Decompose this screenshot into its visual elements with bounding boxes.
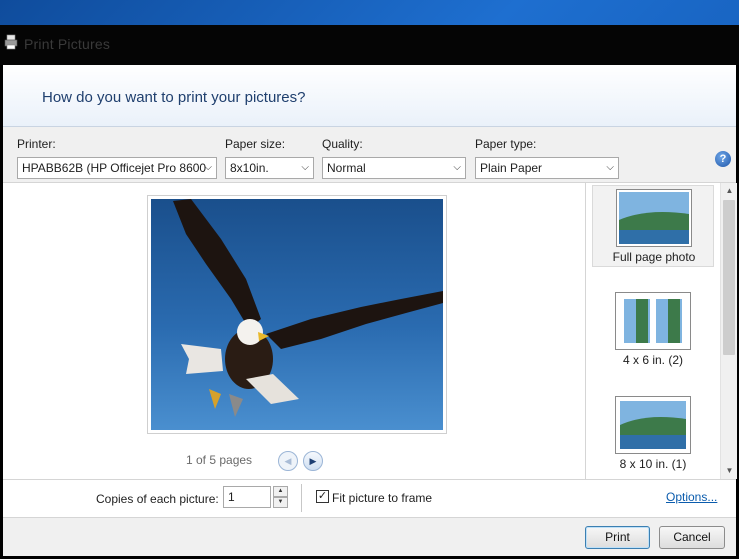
photo-frame [147, 195, 447, 434]
layout-item-4x6[interactable]: 4 x 6 in. (2) [592, 289, 714, 371]
copies-input[interactable]: 1 [223, 486, 271, 508]
printer-label: Printer: [17, 137, 56, 151]
paper-type-label: Paper type: [475, 137, 537, 151]
chevron-down-icon: ⌵ [204, 162, 212, 173]
layout-thumb-8x10 [615, 396, 691, 454]
layout-thumb-4x6 [615, 292, 691, 350]
chevron-up-icon[interactable]: ▲ [721, 183, 738, 199]
chevron-down-icon: ⌵ [301, 162, 309, 173]
layout-scrollbar[interactable]: ▲ ▼ [720, 183, 737, 479]
eagle-illustration [173, 199, 443, 417]
paper-size-value: 8x10in. [230, 161, 269, 175]
paper-type-select[interactable]: Plain Paper ⌵ [475, 157, 619, 179]
header-band: How do you want to print your pictures? [3, 65, 736, 127]
options-bar: Printer: HPABB62B (HP Officejet Pro 8600… [3, 127, 736, 183]
chevron-down-icon: ⌵ [453, 162, 461, 173]
printer-icon [4, 34, 18, 50]
help-icon[interactable]: ? [715, 151, 731, 167]
copies-stepper[interactable]: ▲ ▼ [273, 486, 288, 508]
scrollbar-thumb[interactable] [723, 200, 735, 355]
layout-list: Full page photo 4 x 6 in. (2) 8 x 10 in.… [585, 183, 737, 479]
printer-select[interactable]: HPABB62B (HP Officejet Pro 8600 ⌵ [17, 157, 217, 179]
paper-size-label: Paper size: [225, 137, 286, 151]
window-title: Print Pictures [24, 36, 111, 52]
title-bar[interactable]: Print Pictures [0, 25, 739, 65]
layout-label: 8 x 10 in. (1) [619, 457, 687, 471]
chevron-down-icon[interactable]: ▼ [721, 463, 738, 479]
paper-type-value: Plain Paper [480, 161, 543, 175]
options-link[interactable]: Options... [666, 490, 717, 504]
layout-label: Full page photo [612, 250, 696, 264]
fit-picture-label[interactable]: Fit picture to frame [332, 491, 432, 505]
arrow-left-icon[interactable]: ◀ [278, 451, 298, 471]
eagle-photo [151, 199, 443, 430]
layout-thumb-full-page [616, 189, 692, 247]
printer-value: HPABB62B (HP Officejet Pro 8600 [22, 161, 207, 175]
print-pictures-window: Print Pictures How do you want to print … [0, 25, 739, 559]
print-button[interactable]: Print [585, 526, 650, 549]
quality-label: Quality: [322, 137, 363, 151]
layout-item-8x10[interactable]: 8 x 10 in. (1) [592, 393, 714, 475]
copies-label: Copies of each picture: [96, 492, 219, 506]
dialog-footer: Print Cancel [3, 517, 736, 556]
arrow-right-icon[interactable]: ▶ [303, 451, 323, 471]
stepper-up-icon[interactable]: ▲ [273, 486, 288, 497]
preview-pane: 1 of 5 pages ◀ ▶ [3, 183, 585, 479]
divider [301, 484, 302, 512]
header-question: How do you want to print your pictures? [42, 89, 306, 106]
layout-item-full-page[interactable]: Full page photo [592, 185, 714, 267]
paper-size-select[interactable]: 8x10in. ⌵ [225, 157, 314, 179]
copies-bar: Copies of each picture: 1 ▲ ▼ ✓ Fit pict… [3, 479, 736, 517]
chevron-down-icon: ⌵ [606, 162, 614, 173]
quality-value: Normal [327, 161, 366, 175]
quality-select[interactable]: Normal ⌵ [322, 157, 466, 179]
page-indicator: 1 of 5 pages [186, 453, 253, 467]
stepper-down-icon[interactable]: ▼ [273, 497, 288, 508]
dialog-client: How do you want to print your pictures? … [3, 65, 737, 556]
layout-label: 4 x 6 in. (2) [622, 353, 684, 367]
cancel-button[interactable]: Cancel [659, 526, 725, 549]
fit-picture-checkbox[interactable]: ✓ [316, 490, 329, 503]
